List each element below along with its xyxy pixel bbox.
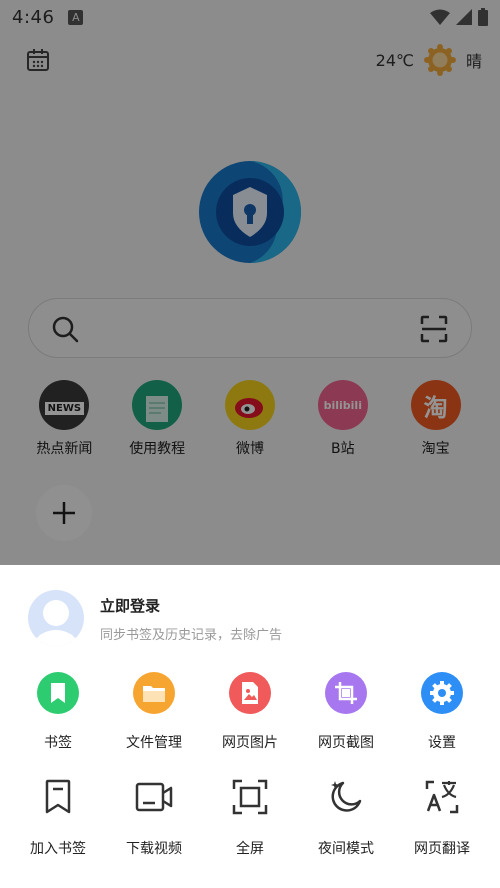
menu-add-bookmark[interactable]: 加入书签 — [12, 776, 104, 858]
menu-download-video[interactable]: 下载视频 — [108, 776, 200, 858]
login-title: 立即登录 — [100, 597, 161, 615]
menu-label: 网页翻译 — [414, 841, 470, 857]
menu-label: 书签 — [44, 735, 72, 751]
avatar — [28, 590, 84, 646]
menu-night-mode[interactable]: 夜间模式 — [300, 776, 392, 858]
menu-file-manager[interactable]: 文件管理 — [108, 672, 200, 752]
bookmark-icon — [37, 672, 79, 714]
dim-overlay[interactable] — [0, 0, 500, 565]
menu-bookmarks[interactable]: 书签 — [12, 672, 104, 752]
fullscreen-icon — [229, 776, 271, 818]
menu-label: 文件管理 — [126, 735, 182, 751]
image-icon — [229, 672, 271, 714]
menu-translate[interactable]: 网页翻译 — [396, 776, 488, 858]
menu-label: 网页截图 — [318, 735, 374, 751]
menu-label: 下载视频 — [126, 841, 182, 857]
menu-bottom-sheet: 立即登录 同步书签及历史记录，去除广告 书签 文件管理 网页图片 网页截图 设置… — [0, 565, 500, 888]
login-row[interactable]: 立即登录 同步书签及历史记录，去除广告 — [0, 565, 500, 665]
translate-icon — [421, 776, 463, 818]
moon-icon — [325, 776, 367, 818]
login-subtitle: 同步书签及历史记录，去除广告 — [100, 628, 283, 643]
folder-icon — [133, 672, 175, 714]
menu-web-images[interactable]: 网页图片 — [204, 672, 296, 752]
menu-row-secondary: 加入书签 下载视频 全屏 夜间模式 网页翻译 — [0, 776, 500, 858]
menu-fullscreen[interactable]: 全屏 — [204, 776, 296, 858]
menu-label: 加入书签 — [30, 841, 86, 857]
video-icon — [133, 776, 175, 818]
crop-icon — [325, 672, 367, 714]
menu-label: 设置 — [428, 735, 456, 751]
menu-web-screenshot[interactable]: 网页截图 — [300, 672, 392, 752]
menu-settings[interactable]: 设置 — [396, 672, 488, 752]
menu-label: 夜间模式 — [318, 841, 374, 857]
menu-label: 网页图片 — [222, 735, 278, 751]
add-bookmark-icon — [37, 776, 79, 818]
menu-label: 全屏 — [236, 841, 264, 857]
menu-row-primary: 书签 文件管理 网页图片 网页截图 设置 — [0, 672, 500, 752]
gear-icon — [421, 672, 463, 714]
